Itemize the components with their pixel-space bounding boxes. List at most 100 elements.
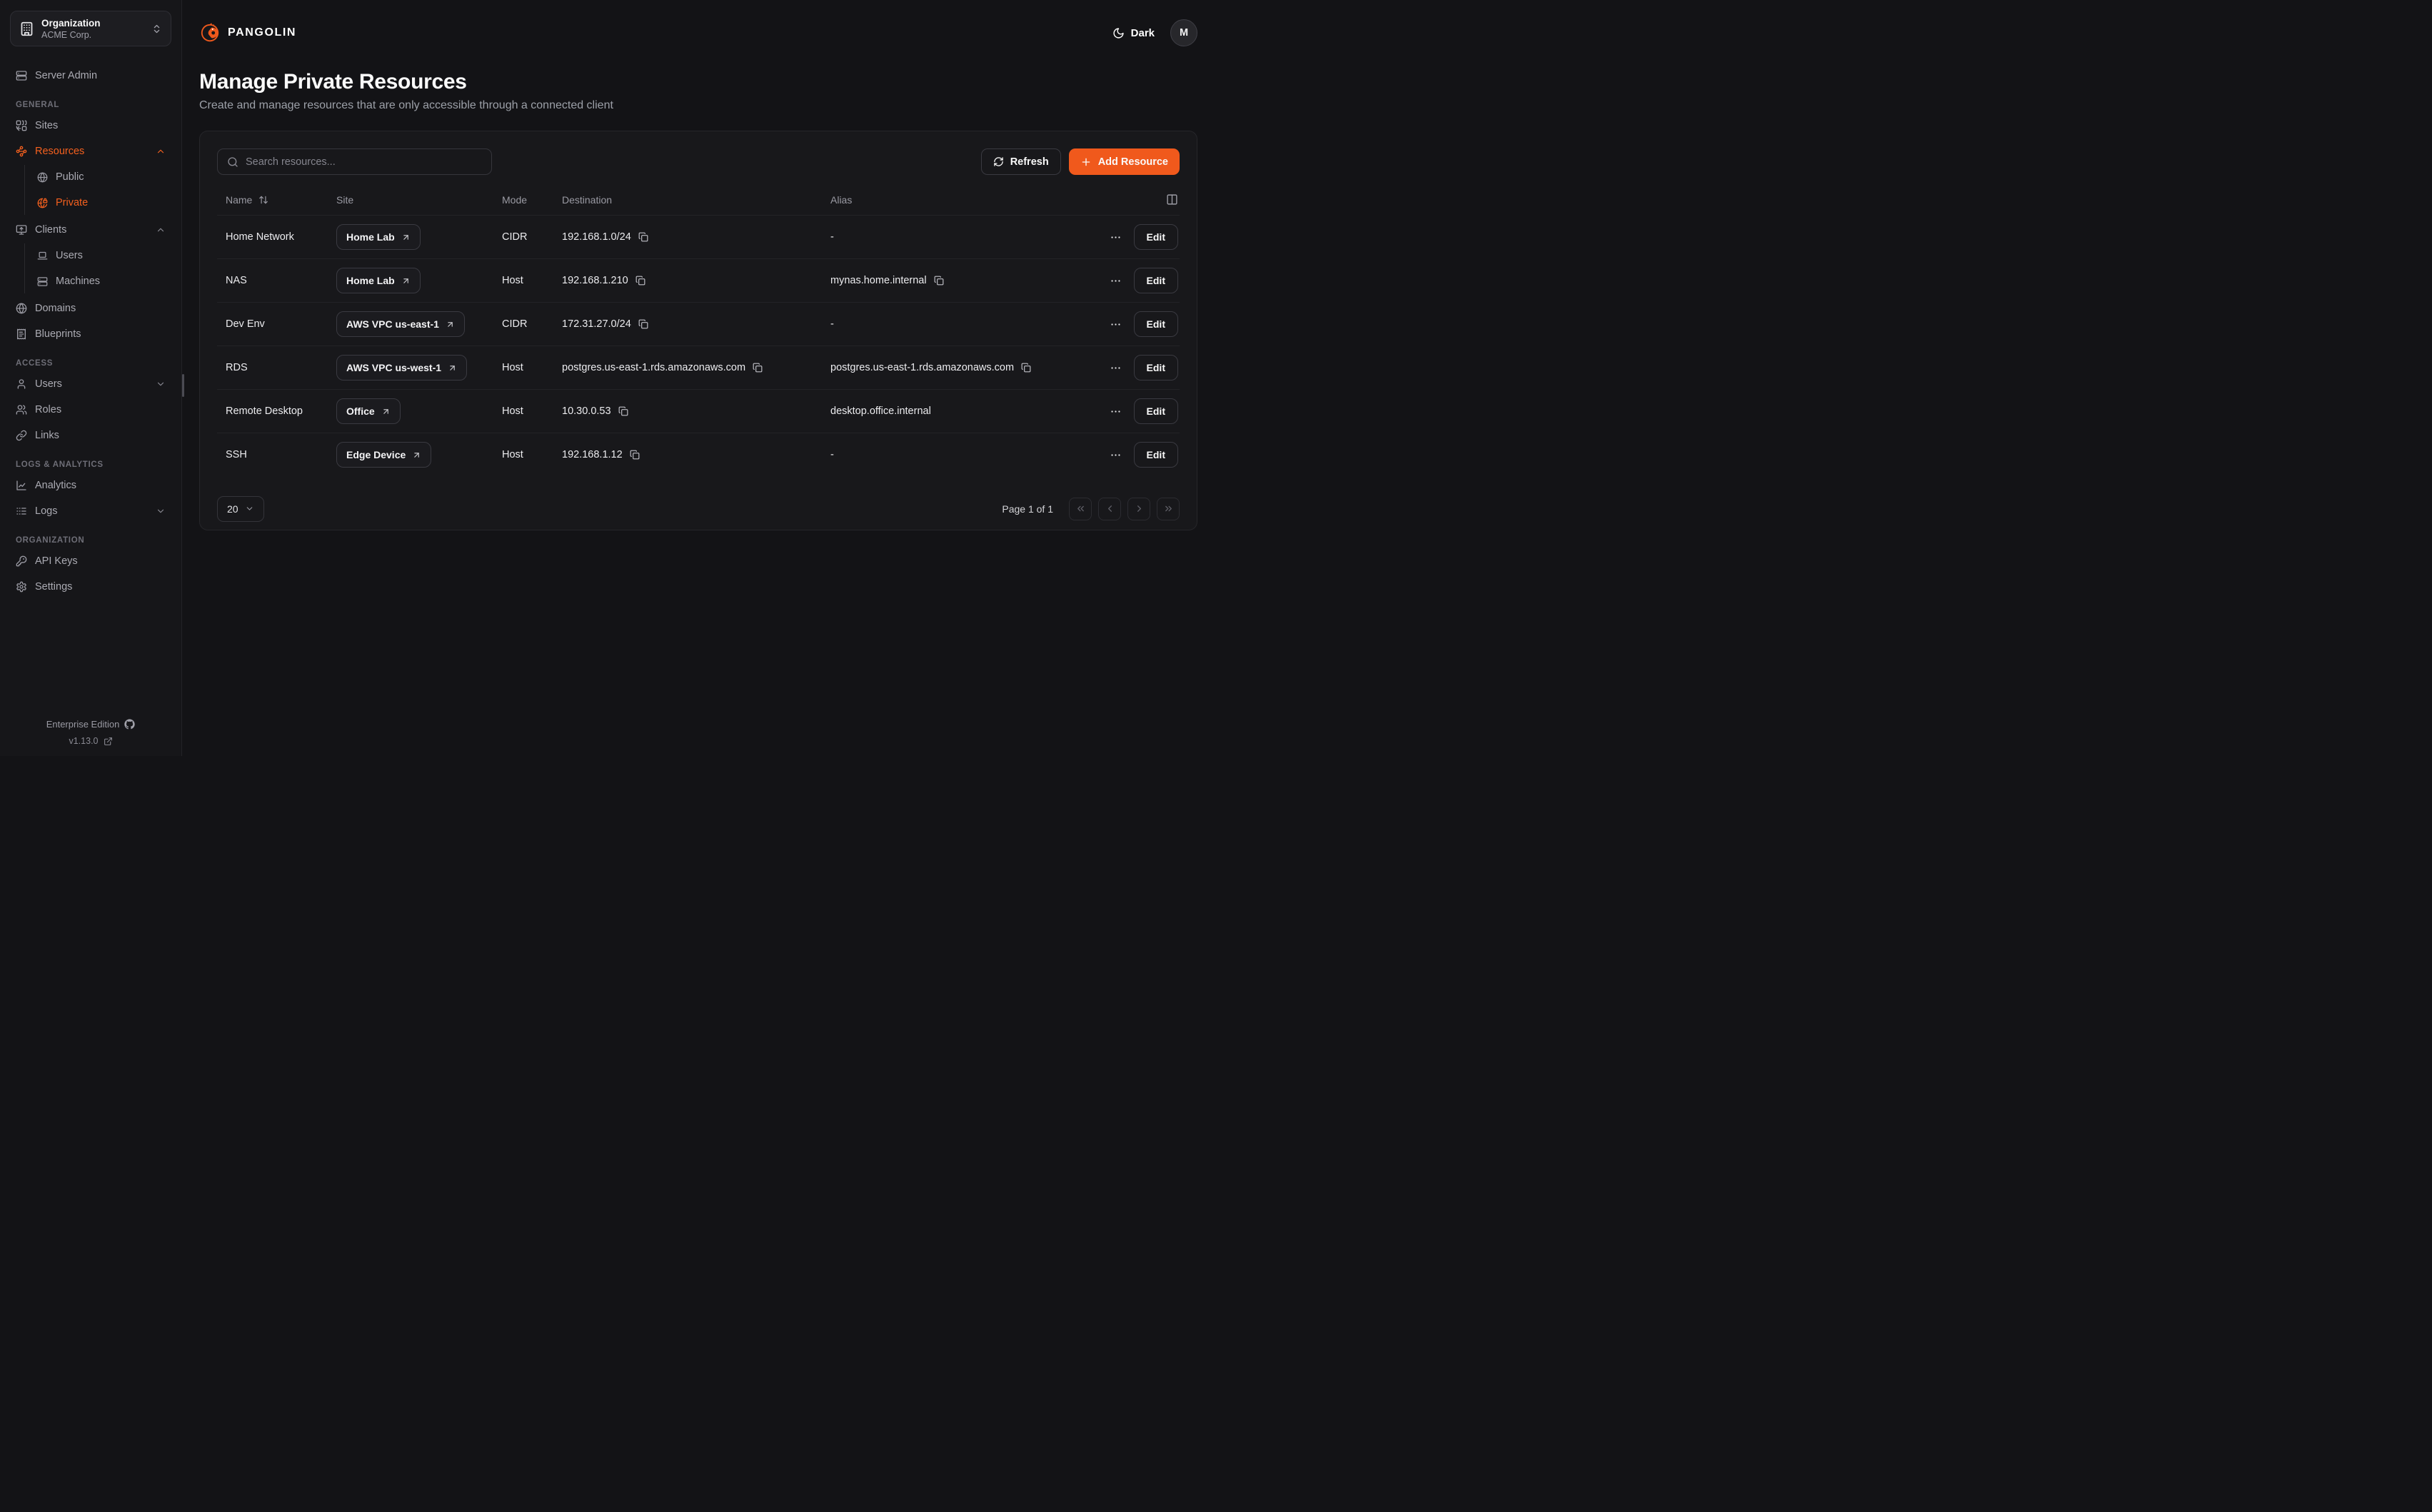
resource-name: Remote Desktop [217, 405, 336, 417]
refresh-button[interactable]: Refresh [981, 148, 1061, 175]
brand-wordmark: PANGOLIN [228, 26, 296, 39]
row-menu-button[interactable] [1110, 231, 1122, 243]
sidebar-item-resources[interactable]: Resources [10, 139, 171, 163]
table-row: Dev Env AWS VPC us-east-1 CIDR 172.31.27… [217, 302, 1180, 346]
edit-button[interactable]: Edit [1134, 442, 1178, 468]
edit-button[interactable]: Edit [1134, 398, 1178, 424]
next-page-button[interactable] [1127, 498, 1150, 520]
edit-button[interactable]: Edit [1134, 268, 1178, 293]
resource-destination: 10.30.0.53 [562, 405, 611, 417]
column-header-name: Name [226, 194, 252, 206]
edit-button[interactable]: Edit [1134, 224, 1178, 250]
sidebar-item-public[interactable]: Public [25, 165, 171, 189]
org-switcher-value: ACME Corp. [41, 29, 144, 41]
row-menu-button[interactable] [1110, 362, 1122, 374]
sort-name-button[interactable] [258, 195, 268, 205]
user-avatar[interactable]: M [1170, 19, 1197, 46]
sidebar-item-domains[interactable]: Domains [10, 296, 171, 321]
site-link[interactable]: Home Lab [336, 224, 421, 250]
main-content: PANGOLIN Dark M Manage Private Resources… [182, 0, 1216, 756]
sidebar-item-label: Clients [35, 224, 148, 236]
org-switcher[interactable]: Organization ACME Corp. [10, 11, 171, 46]
sidebar-item-logs[interactable]: Logs [10, 499, 171, 523]
resources-subgroup: Public Private [24, 165, 171, 215]
row-menu-button[interactable] [1110, 405, 1122, 418]
site-link[interactable]: AWS VPC us-east-1 [336, 311, 465, 337]
chevron-up-icon [156, 225, 166, 235]
sidebar-item-client-users[interactable]: Users [25, 243, 171, 268]
row-menu-button[interactable] [1110, 318, 1122, 331]
add-resource-button[interactable]: Add Resource [1069, 148, 1180, 175]
search-input[interactable] [246, 156, 482, 168]
site-name: Office [346, 405, 375, 417]
theme-toggle[interactable]: Dark [1112, 27, 1155, 39]
refresh-button-label: Refresh [1010, 156, 1049, 168]
sidebar-item-label: Domains [35, 303, 166, 314]
page-status: Page 1 of 1 [1002, 503, 1053, 515]
last-page-button[interactable] [1157, 498, 1180, 520]
sidebar-item-private[interactable]: Private [25, 191, 171, 215]
building-icon [19, 21, 34, 36]
column-visibility-button[interactable] [1166, 193, 1178, 206]
plus-icon [1080, 156, 1092, 168]
first-page-button[interactable] [1069, 498, 1092, 520]
site-link[interactable]: Edge Device [336, 442, 431, 468]
search-box [217, 148, 492, 175]
previous-page-button[interactable] [1098, 498, 1121, 520]
version-line[interactable]: v1.13.0 [69, 736, 112, 746]
page-size-select[interactable]: 20 [217, 496, 264, 522]
sidebar-item-sites[interactable]: Sites [10, 114, 171, 138]
copy-icon[interactable] [638, 319, 648, 329]
sidebar-item-blueprints[interactable]: Blueprints [10, 322, 171, 346]
edit-button[interactable]: Edit [1134, 311, 1178, 337]
sidebar-item-machines[interactable]: Machines [25, 269, 171, 293]
site-name: Edge Device [346, 449, 406, 460]
page-size-value: 20 [227, 503, 238, 515]
site-link[interactable]: Office [336, 398, 401, 424]
brand[interactable]: PANGOLIN [199, 22, 296, 44]
row-menu-button[interactable] [1110, 449, 1122, 461]
external-link-icon [104, 737, 113, 746]
logs-icon [16, 505, 27, 517]
table-row: SSH Edge Device Host 192.168.1.12 - Edit [217, 433, 1180, 476]
chevron-down-icon [156, 506, 166, 516]
copy-icon[interactable] [630, 450, 640, 460]
site-name: Home Lab [346, 275, 395, 286]
row-menu-button[interactable] [1110, 275, 1122, 287]
copy-icon[interactable] [618, 406, 628, 416]
sidebar-item-server-admin[interactable]: Server Admin [10, 64, 171, 88]
edit-button[interactable]: Edit [1134, 355, 1178, 380]
search-icon [227, 156, 238, 168]
copy-icon[interactable] [753, 363, 763, 373]
gear-icon [16, 581, 27, 593]
sidebar-resize-handle[interactable] [182, 374, 184, 397]
resource-mode: Host [502, 362, 551, 373]
table-row: Home Network Home Lab CIDR 192.168.1.0/2… [217, 215, 1180, 258]
site-link[interactable]: Home Lab [336, 268, 421, 293]
sidebar-item-label: Blueprints [35, 328, 166, 340]
copy-icon[interactable] [638, 232, 648, 242]
arrow-up-right-icon [448, 363, 457, 373]
site-link[interactable]: AWS VPC us-west-1 [336, 355, 467, 380]
copy-icon[interactable] [1021, 363, 1031, 373]
sidebar-item-roles[interactable]: Roles [10, 398, 171, 422]
edition-line[interactable]: Enterprise Edition [46, 719, 136, 730]
sidebar-item-label: Users [56, 250, 166, 261]
chevron-down-icon [245, 504, 254, 513]
sidebar-item-analytics[interactable]: Analytics [10, 473, 171, 498]
sidebar-item-settings[interactable]: Settings [10, 575, 171, 599]
receipt-icon [16, 328, 27, 340]
waypoints-icon [16, 146, 27, 157]
column-header-alias: Alias [816, 194, 1072, 206]
copy-icon[interactable] [934, 276, 944, 286]
sidebar-item-users[interactable]: Users [10, 372, 171, 396]
chevron-up-icon [156, 146, 166, 156]
monitor-up-icon [16, 224, 27, 236]
sidebar-item-clients[interactable]: Clients [10, 218, 171, 242]
copy-icon[interactable] [635, 276, 645, 286]
sidebar-item-links[interactable]: Links [10, 423, 171, 448]
sidebar-item-api-keys[interactable]: API Keys [10, 549, 171, 573]
sidebar-item-label: Sites [35, 120, 166, 131]
resource-alias: - [830, 318, 834, 330]
add-resource-button-label: Add Resource [1098, 156, 1168, 168]
